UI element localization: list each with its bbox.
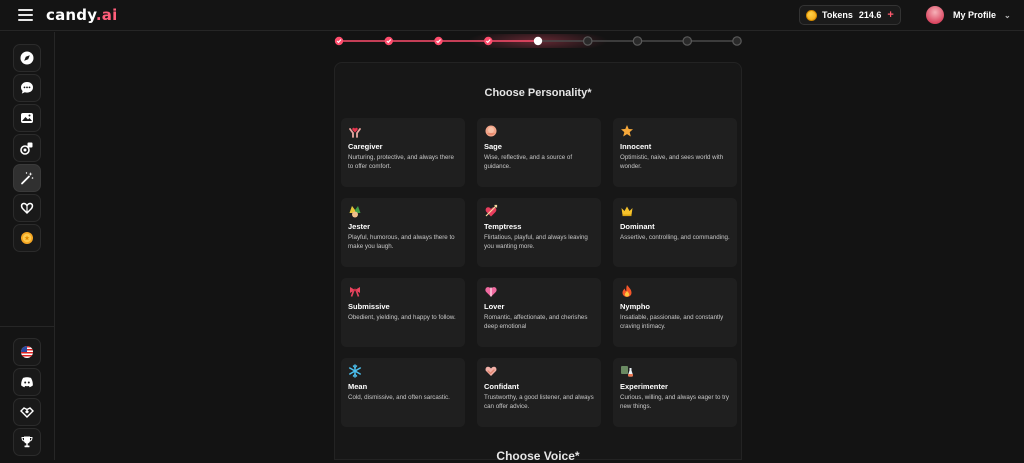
- personality-name: Mean: [348, 382, 368, 391]
- personality-name: Submissive: [348, 302, 390, 311]
- personality-description: Curious, willing, and always eager to tr…: [620, 394, 730, 410]
- personality-description: Cold, dismissive, and often sarcastic.: [348, 394, 450, 401]
- personality-name: Experimenter: [620, 382, 668, 391]
- sidebar-item-create-character[interactable]: [13, 164, 41, 192]
- sidebar-divider: [0, 326, 55, 327]
- personality-option-innocent[interactable]: Innocent Optimistic, naive, and sees worl…: [613, 118, 737, 187]
- personality-option-lover[interactable]: Lover Romantic, affectionate, and cherish…: [477, 278, 601, 347]
- personality-option-temptress[interactable]: Temptress Flirtatious, playful, and alway…: [477, 198, 601, 267]
- sage-icon: [484, 124, 498, 138]
- personality-description: Nurturing, protective, and always there …: [348, 154, 454, 170]
- sidebar-item-affiliate[interactable]: [13, 398, 41, 426]
- sidebar-item-gallery[interactable]: [13, 104, 41, 132]
- experiment-icon: [620, 364, 634, 378]
- gallery-icon: [21, 113, 33, 123]
- sidebar-item-language[interactable]: [13, 338, 41, 366]
- caregiver-icon: [348, 124, 362, 138]
- personality-option-submissive[interactable]: Submissive Obedient, yielding, and happy …: [341, 278, 465, 347]
- personality-name: Confidant: [484, 382, 519, 391]
- personality-description: Romantic, affectionate, and cherishes de…: [484, 314, 588, 330]
- personality-option-dominant[interactable]: Dominant Assertive, controlling, and comm…: [613, 198, 737, 267]
- personality-name: Dominant: [620, 222, 655, 231]
- profile-menu[interactable]: My Profile ⌄: [926, 5, 1011, 25]
- progress-step-pending: [632, 36, 643, 46]
- jester-icon: [348, 204, 362, 218]
- magic-wand-icon: [21, 172, 34, 185]
- logo-text: candy: [46, 6, 96, 24]
- progress-step-pending: [582, 36, 593, 46]
- personality-description: Insatiable, passionate, and constantly c…: [620, 314, 724, 330]
- progress-steps: [334, 34, 742, 48]
- progress-step-current: [533, 36, 543, 46]
- personality-option-jester[interactable]: Jester Playful, humorous, and always ther…: [341, 198, 465, 267]
- temptress-icon: [484, 204, 498, 218]
- personality-option-experimenter[interactable]: Experimenter Curious, willing, and always…: [613, 358, 737, 427]
- profile-label: My Profile: [953, 10, 997, 20]
- affiliate-icon: [20, 407, 34, 418]
- logo-accent: .ai: [95, 6, 118, 24]
- personality-description: Playful, humorous, and always there to m…: [348, 234, 455, 250]
- fire-icon: [620, 284, 634, 298]
- handshake-heart-icon: [484, 364, 498, 378]
- chevron-down-icon: ⌄: [1004, 10, 1011, 20]
- sidebar-item-discord[interactable]: [13, 368, 41, 396]
- personality-description: Trustworthy, a good listener, and always…: [484, 394, 594, 410]
- create-character-panel: Choose Personality* Caregiver Nurturing, …: [334, 62, 742, 463]
- menu-icon[interactable]: [18, 9, 33, 21]
- snowflake-icon: [348, 364, 362, 378]
- sidebar-item-leaderboard[interactable]: [13, 428, 41, 456]
- personality-name: Nympho: [620, 302, 650, 311]
- personality-option-mean[interactable]: Mean Cold, dismissive, and often sarcasti…: [341, 358, 465, 427]
- personality-name: Jester: [348, 222, 371, 231]
- sidebar-item-premium[interactable]: [13, 224, 41, 252]
- sidebar-item-explore[interactable]: [13, 44, 41, 72]
- personality-description: Assertive, controlling, and commanding.: [620, 234, 730, 241]
- personality-name: Lover: [484, 302, 505, 311]
- tokens-button[interactable]: Tokens 214.6 +: [799, 5, 901, 25]
- sidebar-item-my-ai[interactable]: [13, 194, 41, 222]
- compass-icon: [20, 51, 34, 65]
- generate-image-icon: [20, 142, 33, 155]
- my-ai-icon: [20, 202, 34, 215]
- personality-name: Temptress: [484, 222, 522, 231]
- personality-option-confidant[interactable]: Confidant Trustworthy, a good listener, a…: [477, 358, 601, 427]
- premium-coin-icon: [21, 232, 33, 244]
- tokens-value: 214.6: [858, 10, 882, 20]
- heart-gift-icon: [484, 284, 498, 298]
- tokens-label: Tokens: [822, 10, 853, 20]
- section-title-voice: Choose Voice*: [496, 449, 580, 463]
- personality-description: Optimistic, naive, and sees world with w…: [620, 154, 724, 170]
- progress-step-pending: [732, 36, 742, 46]
- sidebar-item-chat[interactable]: [13, 74, 41, 102]
- add-tokens-icon: +: [887, 9, 894, 21]
- progress-step-pending: [682, 36, 693, 46]
- ribbon-icon: [348, 284, 362, 298]
- star-icon: [620, 124, 634, 138]
- personality-name: Caregiver: [348, 142, 383, 151]
- personality-name: Innocent: [620, 142, 652, 151]
- personality-description: Obedient, yielding, and happy to follow.: [348, 314, 456, 321]
- avatar: [926, 6, 944, 24]
- personality-option-caregiver[interactable]: Caregiver Nurturing, protective, and alwa…: [341, 118, 465, 187]
- sidebar-item-generate-image[interactable]: [13, 134, 41, 162]
- logo[interactable]: candy.ai: [46, 6, 117, 24]
- chat-icon: [21, 82, 33, 94]
- personality-option-nympho[interactable]: Nympho Insatiable, passionate, and consta…: [613, 278, 737, 347]
- personality-name: Sage: [484, 142, 502, 151]
- personality-description: Flirtatious, playful, and always leaving…: [484, 234, 588, 250]
- us-flag-icon: [21, 346, 33, 358]
- trophy-icon: [21, 436, 33, 448]
- section-title-personality: Choose Personality*: [484, 87, 592, 99]
- top-bar: candy.ai Tokens 214.6 + My Profile ⌄: [0, 0, 1024, 31]
- sidebar: [0, 32, 55, 460]
- personality-description: Wise, reflective, and a source of guidan…: [484, 154, 573, 170]
- crown-icon: [620, 204, 634, 218]
- coin-icon: [806, 9, 817, 21]
- discord-icon: [21, 377, 33, 388]
- personality-option-sage[interactable]: Sage Wise, reflective, and a source of gu…: [477, 118, 601, 187]
